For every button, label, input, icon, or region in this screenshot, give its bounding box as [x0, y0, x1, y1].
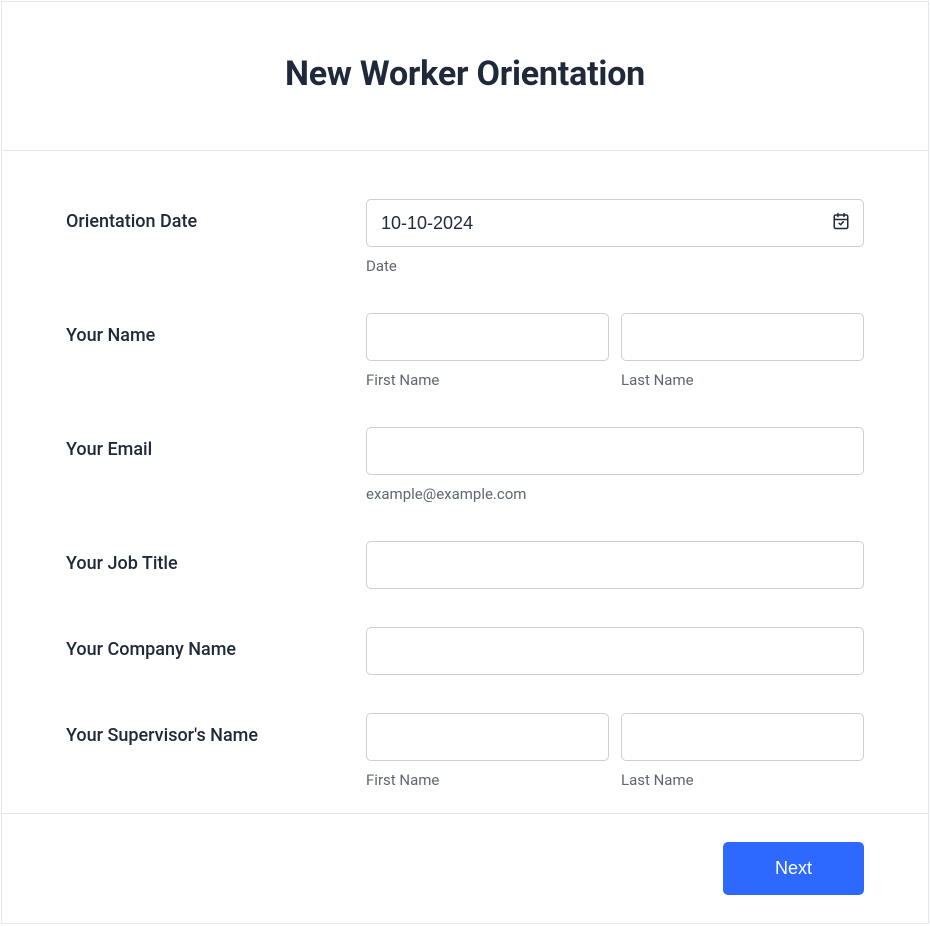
form-page: New Worker Orientation Orientation Date — [1, 1, 929, 924]
job-title-label: Your Job Title — [66, 553, 178, 574]
page-title: New Worker Orientation — [22, 54, 908, 94]
input-col — [366, 627, 864, 675]
supervisor-first-sublabel: First Name — [366, 771, 609, 789]
last-name-subfield: Last Name — [621, 313, 864, 389]
row-orientation-date: Orientation Date Date — [66, 199, 864, 275]
label-col: Your Job Title — [66, 541, 366, 574]
label-col: Your Name — [66, 313, 366, 346]
input-col: Date — [366, 199, 864, 275]
supervisor-two-cols: First Name Last Name — [366, 713, 864, 789]
row-supervisor-name: Your Supervisor's Name First Name Last N… — [66, 713, 864, 789]
form-footer: Next — [2, 813, 928, 923]
row-your-name: Your Name First Name Last Name — [66, 313, 864, 389]
name-two-cols: First Name Last Name — [366, 313, 864, 389]
input-col: First Name Last Name — [366, 713, 864, 789]
label-col: Orientation Date — [66, 199, 366, 232]
supervisor-last-sublabel: Last Name — [621, 771, 864, 789]
supervisor-name-label: Your Supervisor's Name — [66, 725, 258, 746]
first-name-subfield: First Name — [366, 313, 609, 389]
row-company-name: Your Company Name — [66, 627, 864, 675]
orientation-date-label: Orientation Date — [66, 211, 197, 232]
first-name-input[interactable] — [366, 313, 609, 361]
input-col — [366, 541, 864, 589]
supervisor-first-subfield: First Name — [366, 713, 609, 789]
orientation-date-sublabel: Date — [366, 257, 864, 275]
supervisor-first-name-input[interactable] — [366, 713, 609, 761]
company-name-input[interactable] — [366, 627, 864, 675]
label-col: Your Supervisor's Name — [66, 713, 366, 746]
last-name-sublabel: Last Name — [621, 371, 864, 389]
email-sublabel: example@example.com — [366, 485, 864, 503]
email-input[interactable] — [366, 427, 864, 475]
your-email-label: Your Email — [66, 439, 152, 460]
next-button[interactable]: Next — [723, 842, 864, 895]
supervisor-last-subfield: Last Name — [621, 713, 864, 789]
input-col: First Name Last Name — [366, 313, 864, 389]
label-col: Your Company Name — [66, 627, 366, 660]
form-header: New Worker Orientation — [2, 2, 928, 151]
date-input-wrap — [366, 199, 864, 247]
job-title-input[interactable] — [366, 541, 864, 589]
row-your-email: Your Email example@example.com — [66, 427, 864, 503]
row-job-title: Your Job Title — [66, 541, 864, 589]
last-name-input[interactable] — [621, 313, 864, 361]
input-col: example@example.com — [366, 427, 864, 503]
company-name-label: Your Company Name — [66, 639, 236, 660]
your-name-label: Your Name — [66, 325, 155, 346]
supervisor-last-name-input[interactable] — [621, 713, 864, 761]
orientation-date-input[interactable] — [366, 199, 864, 247]
first-name-sublabel: First Name — [366, 371, 609, 389]
label-col: Your Email — [66, 427, 366, 460]
form-body: Orientation Date Date — [2, 151, 928, 813]
